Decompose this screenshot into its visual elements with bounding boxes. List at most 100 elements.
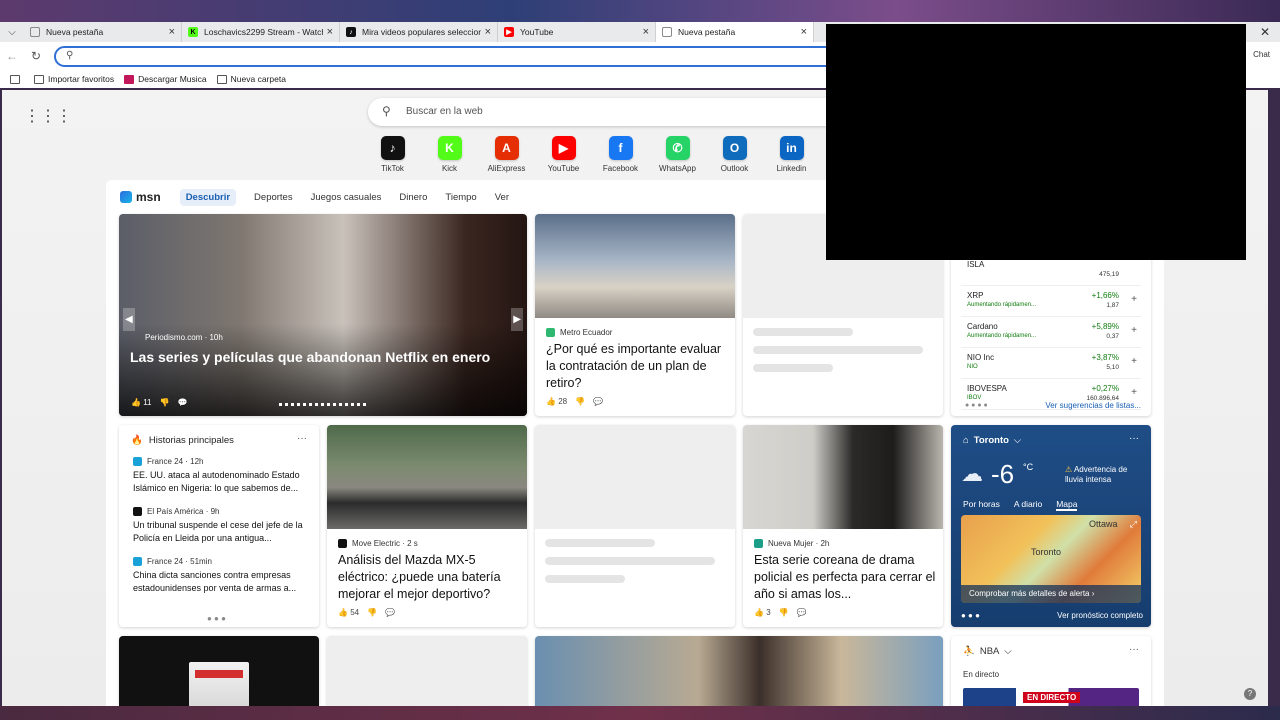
feed-tab-descubrir[interactable]: Descubrir bbox=[179, 188, 237, 206]
weather-map[interactable]: Ottawa Toronto ⤢ Comprobar más detalles … bbox=[961, 515, 1141, 603]
shortcut-youtube[interactable]: ▶ YouTube bbox=[535, 136, 592, 173]
weather-tab-map[interactable]: Mapa bbox=[1056, 499, 1078, 511]
like-icon[interactable]: 👍 54 bbox=[338, 608, 359, 617]
favorite-descargar-musica[interactable]: Descargar Musica bbox=[124, 74, 207, 84]
dislike-icon[interactable]: 👎 bbox=[367, 608, 377, 617]
shortcut-facebook[interactable]: f Facebook bbox=[592, 136, 649, 173]
watchlist-suggestions-link[interactable]: Ver sugerencias de listas... bbox=[1045, 401, 1141, 410]
comment-icon[interactable]: 💬 bbox=[177, 398, 187, 407]
weather-tab-daily[interactable]: A diario bbox=[1014, 499, 1042, 511]
shortcut-tiktok[interactable]: ♪ TikTok bbox=[364, 136, 421, 173]
tab-kick-stream[interactable]: K Loschavics2299 Stream - Watch L... × bbox=[182, 22, 340, 42]
more-options-icon[interactable]: ··· bbox=[1129, 644, 1139, 655]
add-to-watchlist-icon[interactable]: + bbox=[1131, 387, 1137, 398]
shortcut-linkedin[interactable]: in Linkedin bbox=[763, 136, 820, 173]
more-options-icon[interactable]: ··· bbox=[297, 433, 307, 444]
whatsapp-icon: ✆ bbox=[665, 136, 690, 160]
like-icon[interactable]: 👍 28 bbox=[546, 397, 567, 406]
close-tab-icon[interactable]: × bbox=[801, 26, 807, 38]
weather-card[interactable]: ⌂ Toronto ⌵ ··· ☁ -6 °C ⚠ Advertencia de l… bbox=[951, 425, 1151, 627]
weather-tab-hourly[interactable]: Por horas bbox=[963, 499, 1000, 511]
warning-icon: ⚠ bbox=[1065, 465, 1073, 474]
add-to-watchlist-icon[interactable]: + bbox=[1131, 356, 1137, 367]
publisher-icon bbox=[133, 457, 142, 466]
msn-logo[interactable]: msn bbox=[120, 190, 161, 204]
nba-live-game[interactable]: EN DIRECTO bbox=[963, 688, 1139, 706]
news-headline[interactable]: ¿Por qué es importante evaluar la contra… bbox=[546, 341, 728, 392]
close-tab-icon[interactable]: × bbox=[327, 26, 333, 38]
window-close-icon[interactable]: ✕ bbox=[1260, 22, 1270, 42]
back-icon[interactable]: ← bbox=[0, 49, 24, 63]
nba-card[interactable]: ⛹ NBA ⌵ ··· En directo EN DIRECTO bbox=[951, 636, 1151, 706]
shortcut-whatsapp[interactable]: ✆ WhatsApp bbox=[649, 136, 706, 173]
feed-tab-dinero[interactable]: Dinero bbox=[399, 192, 427, 203]
tab-new-active[interactable]: Nueva pestaña × bbox=[656, 22, 814, 42]
add-to-watchlist-icon[interactable]: + bbox=[1131, 294, 1137, 305]
outlook-icon: O bbox=[722, 136, 747, 160]
shortcut-aliexpress[interactable]: A AliExpress bbox=[478, 136, 535, 173]
apps-launcher-icon[interactable]: ⋮⋮⋮ bbox=[24, 106, 72, 126]
news-card-serie[interactable]: Nueva Mujer · 2h Esta serie coreana de d… bbox=[743, 425, 943, 627]
hero-headline[interactable]: Las series y películas que abandonan Net… bbox=[130, 347, 510, 368]
comment-icon[interactable]: 💬 bbox=[797, 608, 807, 617]
hero-card[interactable]: ◀ ▶ Periodismo.com · 10h Las series y pe… bbox=[119, 214, 527, 416]
weather-alert[interactable]: ⚠ Advertencia de lluvia intensa bbox=[1065, 465, 1143, 485]
tab-actions-menu-icon[interactable]: ⌵ bbox=[0, 27, 24, 38]
comment-icon[interactable]: 💬 bbox=[593, 397, 603, 406]
tab-youtube[interactable]: ▶ YouTube × bbox=[498, 22, 656, 42]
news-card-featured[interactable] bbox=[535, 636, 943, 706]
shortcut-outlook[interactable]: O Outlook bbox=[706, 136, 763, 173]
news-headline[interactable]: Esta serie coreana de drama policial es … bbox=[754, 552, 936, 603]
feed-tab-deportes[interactable]: Deportes bbox=[254, 192, 293, 203]
top-stories-card: 🔥 Historias principales ··· France 24 · 1… bbox=[119, 425, 319, 627]
news-card-ozempic[interactable] bbox=[119, 636, 319, 706]
tab-new-1[interactable]: Nueva pestaña × bbox=[24, 22, 182, 42]
news-card-mazda[interactable]: Move Electric · 2 s Análisis del Mazda M… bbox=[327, 425, 527, 627]
story-headline[interactable]: Un tribunal suspende el cese del jefe de… bbox=[133, 519, 309, 545]
feed-tab-juegos[interactable]: Juegos casuales bbox=[311, 192, 382, 203]
refresh-icon[interactable]: ↻ bbox=[24, 49, 48, 63]
dislike-icon[interactable]: 👎 bbox=[160, 398, 170, 407]
dislike-icon[interactable]: 👎 bbox=[779, 608, 789, 617]
market-row[interactable]: Cardano Aumentando rápidamen... +5,89% 0,37… bbox=[961, 320, 1141, 348]
image-placeholder bbox=[535, 425, 735, 529]
like-icon[interactable]: 👍 3 bbox=[754, 608, 771, 617]
nba-header[interactable]: ⛹ NBA ⌵ bbox=[963, 646, 1012, 657]
more-options-icon[interactable]: ··· bbox=[1129, 433, 1139, 444]
full-forecast-link[interactable]: Ver pronóstico completo bbox=[1057, 611, 1143, 620]
favorites-menu-icon[interactable] bbox=[10, 74, 24, 84]
favorite-nueva-carpeta[interactable]: Nueva carpeta bbox=[216, 74, 286, 84]
market-row[interactable]: ISLA 475,19 bbox=[961, 258, 1141, 286]
shortcut-kick[interactable]: K Kick bbox=[421, 136, 478, 173]
tab-tiktok[interactable]: ♪ Mira videos populares seleccione... × bbox=[340, 22, 498, 42]
story-headline[interactable]: EE. UU. ataca al autodenominado Estado I… bbox=[133, 469, 309, 495]
market-subtitle: IBOV bbox=[967, 395, 982, 401]
expand-icon[interactable]: ⤢ bbox=[1130, 519, 1137, 530]
story-headline[interactable]: China dicta sanciones contra empresas es… bbox=[133, 569, 309, 595]
comment-icon[interactable]: 💬 bbox=[385, 608, 395, 617]
alert-details-link[interactable]: Comprobar más detalles de alerta › bbox=[961, 585, 1141, 603]
news-card-retiro[interactable]: Metro Ecuador ¿Por qué es importante eva… bbox=[535, 214, 735, 416]
hero-prev-icon[interactable]: ◀ bbox=[123, 308, 135, 331]
close-tab-icon[interactable]: × bbox=[485, 26, 491, 38]
chat-button[interactable]: Chat bbox=[1253, 50, 1270, 59]
web-search-box[interactable]: ⚲ Buscar en la web bbox=[368, 98, 848, 126]
news-headline[interactable]: Análisis del Mazda MX-5 eléctrico: ¿pued… bbox=[338, 552, 520, 603]
feed-tab-ver[interactable]: Ver bbox=[495, 192, 509, 203]
feed-tab-tiempo[interactable]: Tiempo bbox=[445, 192, 476, 203]
market-row[interactable]: XRP Aumentando rápidamen... +1,66% 1,87 + bbox=[961, 289, 1141, 317]
add-to-watchlist-icon[interactable]: + bbox=[1131, 325, 1137, 336]
hero-next-icon[interactable]: ▶ bbox=[511, 308, 523, 331]
market-row[interactable]: NIO Inc NIO +3,87% 5,10 + bbox=[961, 351, 1141, 379]
close-tab-icon[interactable]: × bbox=[643, 26, 649, 38]
favorite-import[interactable]: Importar favoritos bbox=[34, 74, 114, 84]
map-label-ottawa: Ottawa bbox=[1089, 519, 1118, 529]
dislike-icon[interactable]: 👎 bbox=[575, 397, 585, 406]
market-change: +5,89% bbox=[1091, 322, 1119, 331]
msn-brand-text: msn bbox=[136, 190, 161, 204]
help-icon[interactable]: ? bbox=[1244, 688, 1256, 700]
like-icon[interactable]: 👍 11 bbox=[131, 398, 152, 407]
nueva-mujer-icon bbox=[754, 539, 763, 548]
weather-location[interactable]: ⌂ Toronto ⌵ bbox=[963, 435, 1021, 446]
close-tab-icon[interactable]: × bbox=[169, 26, 175, 38]
